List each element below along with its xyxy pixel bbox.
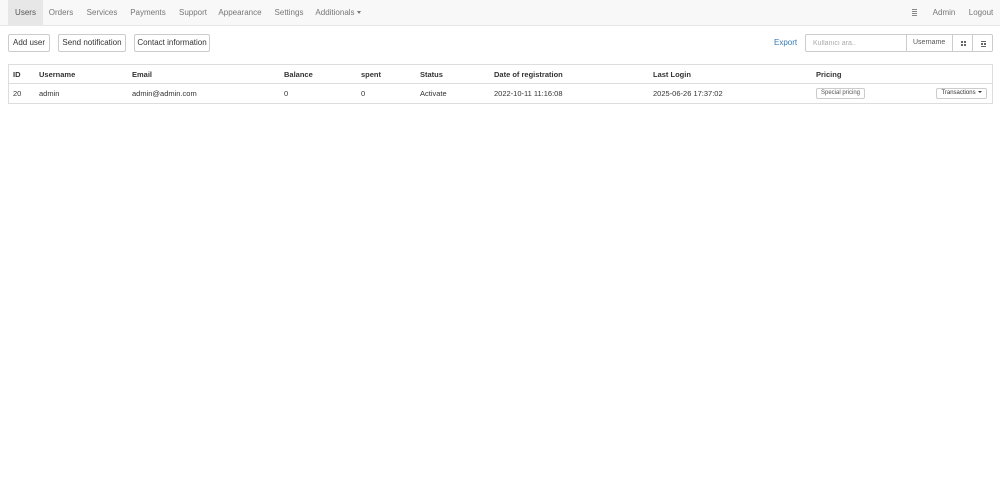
nav-additionals-label: Additionals xyxy=(315,8,355,17)
nav-orders[interactable]: Orders xyxy=(44,0,78,26)
column-header-username: Username xyxy=(39,70,76,79)
send-notification-button[interactable]: Send notification xyxy=(58,34,126,52)
column-header-pricing: Pricing xyxy=(816,70,842,79)
column-header-last-login: Last Login xyxy=(653,70,691,79)
users-table: ID Username Email Balance spent Status D… xyxy=(8,64,993,104)
caret-down-icon xyxy=(977,91,982,94)
nav-support[interactable]: Support xyxy=(176,0,210,26)
cell-registration-date: 2022-10-11 11:16:08 xyxy=(494,89,563,98)
nav-services[interactable]: Services xyxy=(84,0,120,26)
grid-view-button[interactable] xyxy=(952,34,973,52)
table-row: 20 admin admin@admin.com 0 0 Activate 20… xyxy=(9,84,992,103)
nav-logout[interactable]: Logout xyxy=(964,0,998,26)
cell-spent: 0 xyxy=(361,89,366,98)
user-search-input[interactable] xyxy=(805,34,907,52)
transactions-label: Transactions xyxy=(941,90,976,96)
cell-last-login: 2025-06-26 17:37:02 xyxy=(653,89,723,98)
column-header-email: Email xyxy=(132,70,153,79)
user-search-group: Username xyxy=(805,34,993,52)
table-header-row: ID Username Email Balance spent Status D… xyxy=(9,65,992,84)
export-link[interactable]: Export xyxy=(774,34,797,52)
nav-appearance[interactable]: Appearance xyxy=(218,0,262,26)
nav-payments[interactable]: Payments xyxy=(128,0,168,26)
top-navbar: Users Orders Services Payments Support A… xyxy=(0,0,1000,26)
nav-admin[interactable]: Admin xyxy=(928,0,960,26)
cell-id: 20 xyxy=(13,89,22,98)
column-header-registration-date: Date of registration xyxy=(494,70,563,79)
nav-additionals-dropdown[interactable]: Additionals xyxy=(314,0,362,26)
cell-email: admin@admin.com xyxy=(132,89,197,98)
column-header-spent: spent xyxy=(361,70,382,79)
special-pricing-button[interactable]: Special pricing xyxy=(816,88,866,99)
grid-alt-view-button[interactable] xyxy=(972,34,993,52)
column-header-id: ID xyxy=(13,70,21,79)
search-filter-select[interactable]: Username xyxy=(906,34,953,52)
column-header-balance: Balance xyxy=(284,70,313,79)
nav-settings[interactable]: Settings xyxy=(272,0,306,26)
cell-status: Activate xyxy=(420,89,447,98)
nav-users[interactable]: Users xyxy=(8,0,43,26)
caret-down-icon xyxy=(356,11,361,15)
transactions-dropdown-button[interactable]: Transactions xyxy=(936,88,987,99)
cell-balance: 0 xyxy=(284,89,289,98)
add-user-button[interactable]: Add user xyxy=(8,34,50,52)
cell-username: admin xyxy=(39,89,60,98)
column-header-status: Status xyxy=(420,70,443,79)
contact-information-button[interactable]: Contact information xyxy=(134,34,210,52)
document-icon[interactable] xyxy=(912,9,917,17)
